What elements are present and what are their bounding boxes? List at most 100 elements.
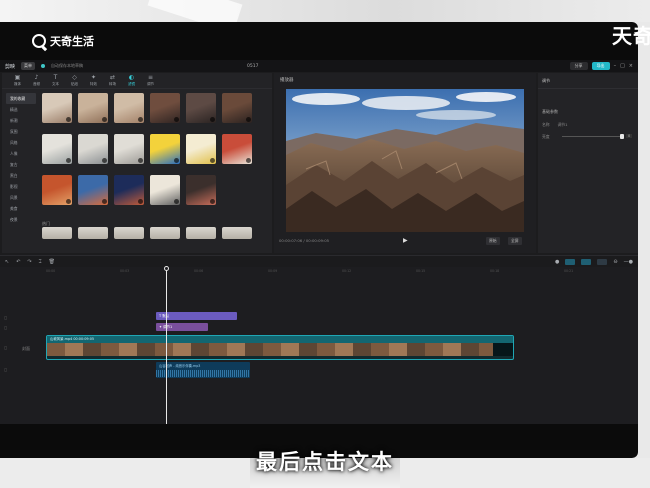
adjust-clip[interactable]: ✦ 调节1 (156, 323, 208, 331)
link-toggle[interactable] (581, 258, 592, 265)
filter-tile[interactable]: 夏日 (222, 134, 252, 164)
download-icon[interactable] (138, 199, 143, 204)
category-item[interactable]: 氛围 (6, 126, 36, 137)
filter-tile[interactable]: 冷白 (42, 93, 72, 123)
close-icon[interactable]: × (629, 63, 633, 69)
tool-4[interactable]: ✦ 特效 (84, 73, 103, 88)
fullscreen-button[interactable]: 全屏 (508, 237, 522, 245)
download-icon[interactable] (246, 158, 251, 163)
video-clip[interactable]: 山坡风景.mp4 00:00:09:05 (46, 335, 514, 360)
category-item[interactable]: 精选 (6, 104, 36, 115)
select-icon[interactable]: ↖ (5, 259, 9, 265)
tool-5[interactable]: ⇄ 转场 (103, 73, 122, 88)
download-icon[interactable] (246, 117, 251, 122)
download-icon[interactable] (102, 117, 107, 122)
brightness-value[interactable]: 0 (626, 134, 633, 138)
category-item[interactable]: 美食 (6, 203, 36, 214)
filter-tile[interactable]: 清新 (42, 134, 72, 164)
filter-tile[interactable]: 质感 (186, 93, 216, 123)
microphone-icon[interactable]: ● (555, 259, 559, 265)
category-item[interactable]: 人像 (6, 148, 36, 159)
filter-tile[interactable]: 青橙 (78, 175, 108, 205)
zoom-slider-icon[interactable]: —● (624, 259, 633, 265)
name-value[interactable]: 调节1 (558, 122, 568, 128)
redo-icon[interactable]: ↷ (27, 259, 31, 265)
time-ruler[interactable]: 00:00 00:03 00:06 00:09 00:12 00:15 00:18 00:21 (46, 267, 606, 277)
download-icon[interactable] (66, 158, 71, 163)
filter-tile[interactable]: 柠檬 (186, 134, 216, 164)
audio-clip[interactable]: 山谷回声 - 纯音乐伴奏.mp3 (156, 362, 250, 378)
download-icon[interactable] (138, 117, 143, 122)
share-button[interactable]: 分享 (569, 62, 588, 70)
text-clip[interactable]: T 默认 (156, 312, 237, 320)
filter-tile[interactable]: 暗调 (186, 175, 216, 205)
autosave-icon (41, 64, 46, 68)
download-icon[interactable] (174, 117, 179, 122)
filter-tile-partial[interactable] (186, 227, 216, 239)
preview-axis-toggle[interactable] (597, 258, 608, 265)
tool-1[interactable]: ♪ 音频 (27, 73, 46, 88)
download-icon[interactable] (102, 199, 107, 204)
category-item[interactable]: 风景 (6, 192, 36, 203)
tool-0[interactable]: ▣ 媒体 (8, 73, 27, 88)
download-icon[interactable] (210, 117, 215, 122)
audio-track-mute-icon[interactable]: ◻ (4, 367, 7, 372)
filter-tile[interactable]: 高清 (150, 93, 180, 123)
undo-icon[interactable]: ↶ (16, 259, 20, 265)
filter-tile-partial[interactable] (78, 227, 108, 239)
download-icon[interactable] (210, 199, 215, 204)
download-icon[interactable] (66, 199, 71, 204)
download-icon[interactable] (138, 158, 143, 163)
category-item[interactable]: 黑白 (6, 170, 36, 181)
filter-tile[interactable]: 暖阳 (114, 93, 144, 123)
tool-3[interactable]: ◇ 贴纸 (65, 73, 84, 88)
text-track-lock-icon[interactable]: ◻ (4, 315, 7, 320)
filter-tile[interactable]: 素净 (114, 134, 144, 164)
filter-tile-partial[interactable] (222, 227, 252, 239)
category-item[interactable]: 新潮 (6, 115, 36, 126)
filter-tile-partial[interactable] (42, 227, 72, 239)
magnet-toggle[interactable] (565, 258, 576, 265)
maximize-icon[interactable]: □ (620, 63, 625, 69)
ratio-button[interactable]: 原始 (486, 237, 500, 245)
category-item[interactable]: 影视 (6, 181, 36, 192)
zoom-out-icon[interactable]: ⊖ (613, 259, 617, 265)
filter-tile[interactable]: 黑金 (150, 175, 180, 205)
download-icon[interactable] (174, 199, 179, 204)
filter-tile[interactable]: 奶油 (78, 93, 108, 123)
download-icon[interactable] (102, 158, 107, 163)
minimize-icon[interactable]: – (614, 63, 617, 69)
filter-tile-partial[interactable] (150, 227, 180, 239)
filter-tile[interactable]: 白皙 (78, 134, 108, 164)
download-icon[interactable] (66, 117, 71, 122)
cover-label[interactable]: 封面 (22, 346, 30, 352)
delete-icon[interactable]: 🗑 (49, 259, 55, 265)
play-button[interactable]: ▶ (403, 237, 408, 244)
brightness-slider[interactable] (562, 134, 625, 139)
tab-adjust[interactable]: 调节 (542, 78, 550, 84)
tool-6[interactable]: ◐ 滤镜 (122, 73, 141, 88)
effect-track-lock-icon[interactable]: ◻ (4, 325, 7, 330)
filter-tile[interactable]: 日落 (42, 175, 72, 205)
filter-tile[interactable]: 活力 (150, 134, 180, 164)
download-icon[interactable] (174, 158, 179, 163)
tool-7[interactable]: ≡ 调节 (141, 73, 160, 88)
category-item[interactable]: 夜景 (6, 214, 36, 225)
video-track-mute-icon[interactable]: ◻ (4, 345, 7, 350)
filter-tile[interactable]: 电影 (114, 175, 144, 205)
category-item[interactable]: 复古 (6, 159, 36, 170)
brand-watermark-right: 天奇 (612, 24, 650, 48)
menu-button[interactable]: 菜单 (21, 62, 36, 70)
project-name[interactable]: 0517 (247, 64, 258, 69)
playhead-handle[interactable] (164, 266, 169, 271)
category-item[interactable]: 我的收藏 (6, 93, 36, 104)
category-item[interactable]: 风格 (6, 137, 36, 148)
export-button[interactable]: 导出 (591, 62, 610, 70)
download-icon[interactable] (210, 158, 215, 163)
split-icon[interactable]: ⌶ (39, 259, 42, 265)
playhead[interactable] (164, 266, 169, 424)
filter-tile[interactable]: 浓郁 (222, 93, 252, 123)
filter-tile-partial[interactable] (114, 227, 144, 239)
slider-handle[interactable] (620, 134, 625, 139)
tool-2[interactable]: T 文本 (46, 73, 65, 88)
